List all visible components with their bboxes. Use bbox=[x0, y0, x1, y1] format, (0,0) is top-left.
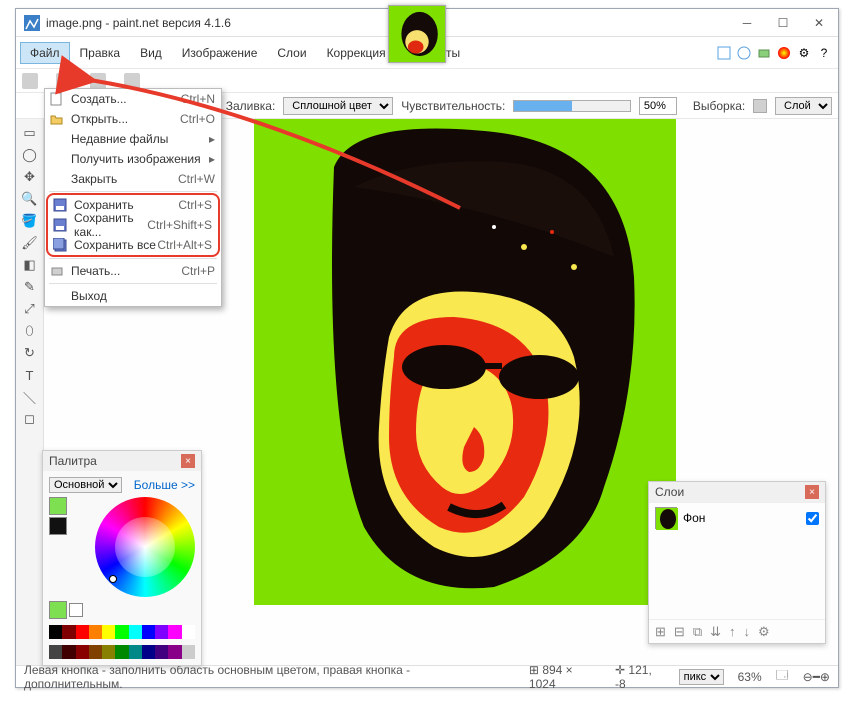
tool-icon[interactable] bbox=[716, 45, 732, 61]
fill-label: Заливка: bbox=[226, 99, 276, 113]
menu-exit[interactable]: Выход bbox=[45, 286, 221, 306]
sens-label: Чувствительность: bbox=[401, 99, 505, 113]
zoom-tool[interactable]: 🔍 bbox=[19, 189, 41, 209]
text-tool[interactable]: T bbox=[19, 365, 41, 385]
menu-adjust[interactable]: Коррекция bbox=[317, 42, 396, 64]
primary-color[interactable] bbox=[49, 497, 67, 515]
color-mode-select[interactable]: Основной bbox=[49, 477, 122, 493]
file-menu-dropdown: Создать...Ctrl+N Открыть...Ctrl+O Недавн… bbox=[44, 88, 222, 307]
menu-print[interactable]: Печать...Ctrl+P bbox=[45, 261, 221, 281]
status-dims: ⊞ 894 × 1024 bbox=[529, 663, 601, 691]
gear-icon[interactable]: ⚙ bbox=[796, 45, 812, 61]
sample-select[interactable]: Слой bbox=[775, 97, 832, 115]
menu-save-as[interactable]: Сохранить как...Ctrl+Shift+S bbox=[48, 215, 218, 235]
menu-view[interactable]: Вид bbox=[130, 42, 172, 64]
menu-new[interactable]: Создать...Ctrl+N bbox=[45, 89, 221, 109]
add-layer-icon[interactable]: ⊞ bbox=[655, 624, 666, 640]
layers-toolbar: ⊞ ⊟ ⧉ ⇊ ↑ ↓ ⚙ bbox=[649, 619, 825, 643]
delete-layer-icon[interactable]: ⊟ bbox=[674, 624, 685, 640]
sample-icon bbox=[753, 99, 767, 113]
canvas[interactable] bbox=[254, 119, 676, 605]
recolor-tool[interactable]: ↻ bbox=[19, 343, 41, 363]
shape-tool[interactable]: ◻ bbox=[19, 409, 41, 429]
menu-file[interactable]: Файл bbox=[20, 42, 70, 64]
history-icon[interactable] bbox=[736, 45, 752, 61]
ruler-icon[interactable] bbox=[124, 73, 140, 89]
palette-header[interactable]: Палитра× bbox=[43, 451, 201, 471]
palette-strip2[interactable] bbox=[49, 645, 195, 659]
statusbar: Левая кнопка - заполнить область основны… bbox=[16, 665, 838, 687]
layers-close-icon[interactable]: × bbox=[805, 485, 819, 499]
app-icon bbox=[24, 15, 40, 31]
menu-layers[interactable]: Слои bbox=[267, 42, 316, 64]
swatch[interactable] bbox=[49, 601, 67, 619]
brush-tool[interactable]: 🖌 bbox=[19, 233, 41, 253]
layers-panel[interactable]: Слои× Фон ⊞ ⊟ ⧉ ⇊ ↑ ↓ ⚙ bbox=[648, 481, 826, 644]
help-icon[interactable]: ? bbox=[816, 45, 832, 61]
layers-header[interactable]: Слои× bbox=[649, 482, 825, 502]
move-down-icon[interactable]: ↓ bbox=[744, 624, 751, 639]
layer-thumb bbox=[655, 507, 677, 529]
menubar: Файл Правка Вид Изображение Слои Коррекц… bbox=[16, 37, 838, 69]
menu-acquire[interactable]: Получить изображения▸ bbox=[45, 149, 221, 169]
maximize-button[interactable]: ☐ bbox=[772, 13, 794, 33]
layers-icon[interactable] bbox=[756, 45, 772, 61]
layer-row[interactable]: Фон bbox=[649, 502, 825, 533]
picker-tool[interactable]: ⤢ bbox=[19, 299, 41, 319]
duplicate-layer-icon[interactable]: ⧉ bbox=[693, 624, 702, 640]
sensitivity-slider[interactable] bbox=[513, 100, 631, 112]
crop-icon[interactable] bbox=[22, 73, 38, 89]
fill-tool[interactable]: 🪣 bbox=[19, 211, 41, 231]
grid-icon[interactable] bbox=[90, 73, 106, 89]
menu-close[interactable]: ЗакрытьCtrl+W bbox=[45, 169, 221, 189]
status-unit[interactable]: пикс bbox=[679, 669, 724, 685]
palette-strip[interactable] bbox=[49, 625, 195, 639]
status-cursor: ✛ 121, -8 bbox=[615, 663, 665, 691]
line-tool[interactable]: ＼ bbox=[19, 387, 41, 407]
layer-name: Фон bbox=[683, 511, 705, 525]
bw-swap-icon[interactable] bbox=[69, 603, 83, 617]
lasso-tool[interactable]: ◯ bbox=[19, 145, 41, 165]
color-wheel[interactable] bbox=[95, 497, 195, 597]
document-thumbnail[interactable] bbox=[388, 5, 446, 63]
deselect-icon[interactable] bbox=[56, 73, 72, 89]
merge-down-icon[interactable]: ⇊ bbox=[710, 624, 721, 640]
pencil-tool[interactable]: ✎ bbox=[19, 277, 41, 297]
save-group-highlight: СохранитьCtrl+S Сохранить как...Ctrl+Shi… bbox=[46, 193, 220, 257]
colors-icon[interactable] bbox=[776, 45, 792, 61]
eraser-tool[interactable]: ◧ bbox=[19, 255, 41, 275]
layer-visible-checkbox[interactable] bbox=[806, 512, 819, 525]
move-up-icon[interactable]: ↑ bbox=[729, 624, 736, 639]
zoom-slider-icon[interactable]: ⊖━⊕ bbox=[803, 670, 830, 684]
menu-edit[interactable]: Правка bbox=[70, 42, 131, 64]
portrait-image bbox=[294, 127, 654, 597]
close-button[interactable]: ✕ bbox=[808, 13, 830, 33]
select-rect-tool[interactable]: ▭ bbox=[19, 123, 41, 143]
palette-more[interactable]: Больше >> bbox=[134, 478, 195, 492]
menu-open[interactable]: Открыть...Ctrl+O bbox=[45, 109, 221, 129]
palette-close-icon[interactable]: × bbox=[181, 454, 195, 468]
secondary-color[interactable] bbox=[49, 517, 67, 535]
sensitivity-input[interactable] bbox=[639, 97, 677, 115]
fill-select[interactable]: Сплошной цвет bbox=[283, 97, 393, 115]
sample-label: Выборка: bbox=[693, 99, 745, 113]
layer-props-icon[interactable]: ⚙ bbox=[758, 624, 770, 640]
move-tool[interactable]: ✥ bbox=[19, 167, 41, 187]
minimize-button[interactable]: ─ bbox=[736, 13, 758, 33]
status-zoom: 63% bbox=[738, 670, 762, 684]
palette-panel[interactable]: Палитра× Основной Больше >> bbox=[42, 450, 202, 666]
status-hint: Левая кнопка - заполнить область основны… bbox=[24, 663, 501, 691]
toolbox: ▭ ◯ ✥ 🔍 🪣 🖌 ◧ ✎ ⤢ ⬯ ↻ T ＼ ◻ bbox=[16, 119, 44, 665]
clone-tool[interactable]: ⬯ bbox=[19, 321, 41, 341]
menu-save-all[interactable]: Сохранить всеCtrl+Alt+S bbox=[48, 235, 218, 255]
zoom-out-icon[interactable]: 🗔 bbox=[776, 666, 789, 687]
menu-image[interactable]: Изображение bbox=[172, 42, 268, 64]
menu-recent[interactable]: Недавние файлы▸ bbox=[45, 129, 221, 149]
